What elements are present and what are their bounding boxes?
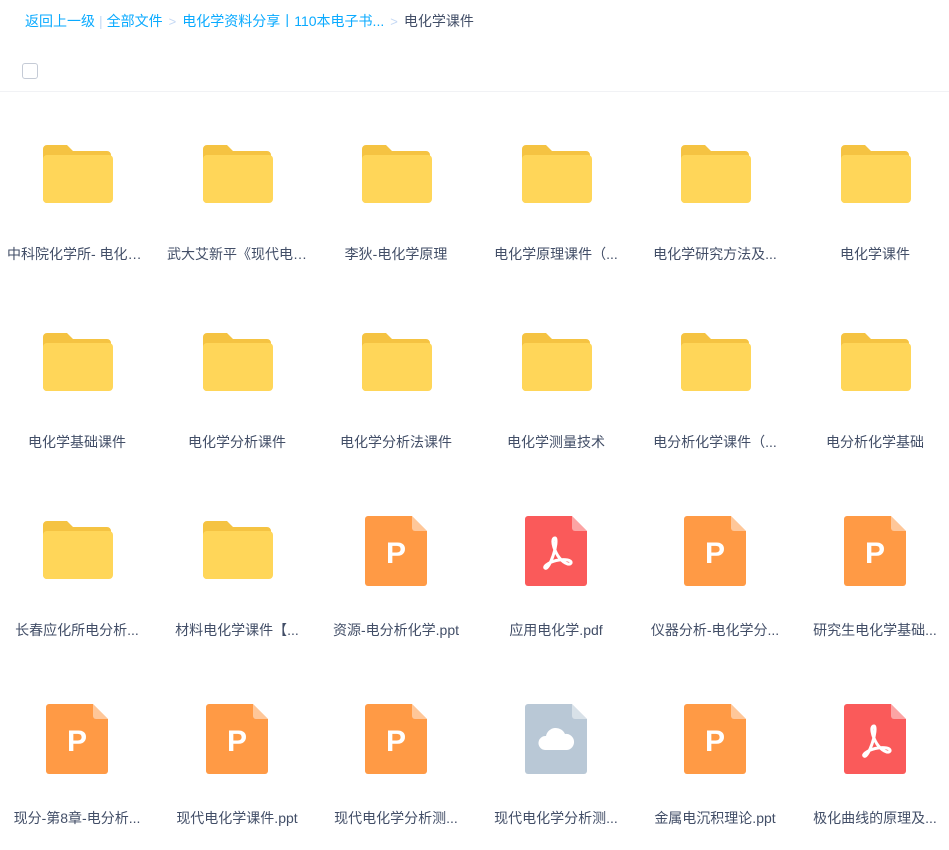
ppt-file-icon: P — [7, 704, 147, 774]
folder-icon — [167, 328, 307, 398]
svg-text:P: P — [67, 725, 87, 758]
ppt-file-icon: P — [645, 704, 785, 774]
chevron-right-icon: > — [168, 14, 177, 29]
svg-text:P: P — [227, 725, 247, 758]
folder-icon — [486, 328, 626, 398]
file-name: 电化学分析法课件 — [340, 434, 452, 450]
file-item[interactable]: 现代电化学分析测... — [486, 670, 626, 850]
file-item[interactable]: P 现分-第8章-电分析... — [7, 670, 147, 850]
folder-icon — [645, 140, 785, 210]
select-all-checkbox[interactable] — [22, 63, 38, 79]
folder-icon — [7, 516, 147, 586]
current-folder: 电化学课件 — [403, 13, 474, 29]
file-name: 中科院化学所- 电化学... — [7, 246, 147, 262]
file-name: 应用电化学.pdf — [509, 622, 603, 638]
chevron-right-icon: > — [390, 14, 398, 29]
folder-item[interactable]: 电化学分析课件 — [167, 294, 307, 474]
divider — [0, 91, 949, 92]
folder-icon — [326, 328, 466, 398]
all-files-link[interactable]: 全部文件 — [107, 13, 163, 29]
parent-folder-link[interactable]: 电化学资料分享丨110本电子书... — [182, 13, 384, 29]
pdf-file-icon — [486, 516, 626, 586]
folder-item[interactable]: 电化学测量技术 — [486, 294, 626, 474]
file-name: 武大艾新平《现代电化... — [167, 246, 307, 262]
folder-icon — [805, 328, 945, 398]
file-name: 材料电化学课件【... — [175, 622, 299, 638]
file-item[interactable]: P 研究生电化学基础... — [805, 482, 945, 662]
cloud-file-icon — [486, 704, 626, 774]
breadcrumb-divider: | — [99, 13, 103, 29]
file-item[interactable]: P 金属电沉积理论.ppt — [645, 670, 785, 850]
file-name: 电化学测量技术 — [507, 434, 605, 450]
folder-item[interactable]: 李狄-电化学原理 — [326, 106, 466, 286]
pdf-file-icon — [805, 704, 945, 774]
folder-item[interactable]: 电分析化学基础 — [805, 294, 945, 474]
folder-icon — [7, 328, 147, 398]
ppt-file-icon: P — [326, 704, 466, 774]
file-name: 研究生电化学基础... — [813, 622, 937, 638]
folder-icon — [7, 140, 147, 210]
file-name: 极化曲线的原理及... — [813, 810, 937, 826]
folder-item[interactable]: 电化学分析法课件 — [326, 294, 466, 474]
folder-icon — [167, 140, 307, 210]
folder-icon — [326, 140, 466, 210]
breadcrumb: 返回上一级 | 全部文件 > 电化学资料分享丨110本电子书... > 电化学课件 — [25, 11, 474, 31]
svg-text:P: P — [705, 537, 725, 570]
file-name: 电分析化学课件（... — [653, 434, 777, 450]
folder-item[interactable]: 电化学基础课件 — [7, 294, 147, 474]
folder-icon — [486, 140, 626, 210]
folder-icon — [805, 140, 945, 210]
folder-item[interactable]: 中科院化学所- 电化学... — [7, 106, 147, 286]
folder-item[interactable]: 电化学原理课件（... — [486, 106, 626, 286]
file-name: 现代电化学分析测... — [334, 810, 458, 826]
file-item[interactable]: P 仪器分析-电化学分... — [645, 482, 785, 662]
folder-item[interactable]: 电分析化学课件（... — [645, 294, 785, 474]
back-link[interactable]: 返回上一级 — [25, 13, 95, 29]
file-name: 仪器分析-电化学分... — [650, 622, 780, 638]
svg-text:P: P — [705, 725, 725, 758]
folder-item[interactable]: 电化学研究方法及... — [645, 106, 785, 286]
svg-text:P: P — [386, 537, 406, 570]
file-name: 资源-电分析化学.ppt — [332, 622, 459, 638]
file-name: 电化学研究方法及... — [653, 246, 777, 262]
file-name: 李狄-电化学原理 — [344, 246, 448, 262]
ppt-file-icon: P — [645, 516, 785, 586]
folder-icon — [645, 328, 785, 398]
folder-item[interactable]: 武大艾新平《现代电化... — [167, 106, 307, 286]
file-name: 电化学分析课件 — [188, 434, 286, 450]
ppt-file-icon: P — [167, 704, 307, 774]
folder-item[interactable]: 长春应化所电分析... — [7, 482, 147, 662]
file-name: 长春应化所电分析... — [15, 622, 139, 638]
file-name: 现代电化学分析测... — [494, 810, 618, 826]
ppt-file-icon: P — [326, 516, 466, 586]
folder-item[interactable]: 电化学课件 — [805, 106, 945, 286]
file-name: 电分析化学基础 — [826, 434, 924, 450]
file-name: 电化学课件 — [840, 246, 910, 262]
file-item[interactable]: P 资源-电分析化学.ppt — [326, 482, 466, 662]
file-item[interactable]: 应用电化学.pdf — [486, 482, 626, 662]
ppt-file-icon: P — [805, 516, 945, 586]
file-name: 现分-第8章-电分析... — [13, 810, 141, 826]
svg-text:P: P — [386, 725, 406, 758]
folder-icon — [167, 516, 307, 586]
file-name: 现代电化学课件.ppt — [176, 810, 298, 826]
file-item[interactable]: P 现代电化学课件.ppt — [167, 670, 307, 850]
file-item[interactable]: 极化曲线的原理及... — [805, 670, 945, 850]
file-name: 电化学基础课件 — [28, 434, 126, 450]
folder-item[interactable]: 材料电化学课件【... — [167, 482, 307, 662]
svg-text:P: P — [865, 537, 885, 570]
file-name: 电化学原理课件（... — [494, 246, 618, 262]
file-item[interactable]: P 现代电化学分析测... — [326, 670, 466, 850]
file-name: 金属电沉积理论.ppt — [654, 810, 776, 826]
